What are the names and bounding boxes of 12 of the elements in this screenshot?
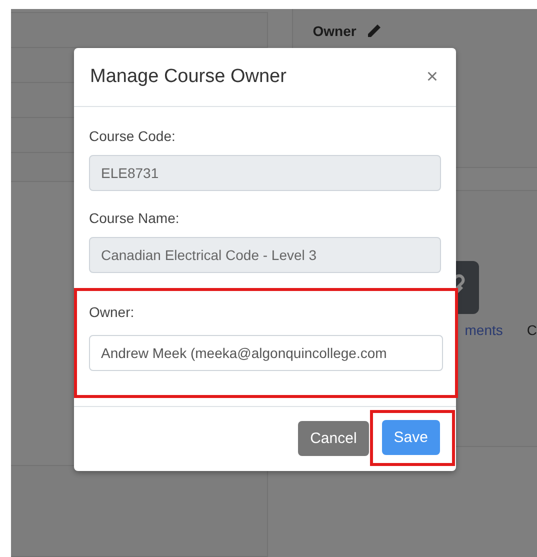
field-label: Owner: [89, 303, 136, 321]
cancel-button[interactable]: Cancel [298, 420, 369, 456]
save-button[interactable]: Save [382, 420, 440, 455]
dialog-title: Manage Course Owner [90, 66, 286, 88]
tool-link[interactable]: ments [464, 322, 503, 338]
input-field[interactable]: Andrew Meek (meeka@algonquincollege.com [89, 335, 443, 371]
owner-heading: Owner [312, 23, 356, 39]
close-button[interactable]: × [424, 67, 440, 87]
field-label: Course Name: [89, 209, 180, 227]
pencil-icon[interactable] [366, 23, 382, 39]
field-label: Course Code: [89, 127, 176, 145]
tool-label: C [526, 322, 537, 338]
